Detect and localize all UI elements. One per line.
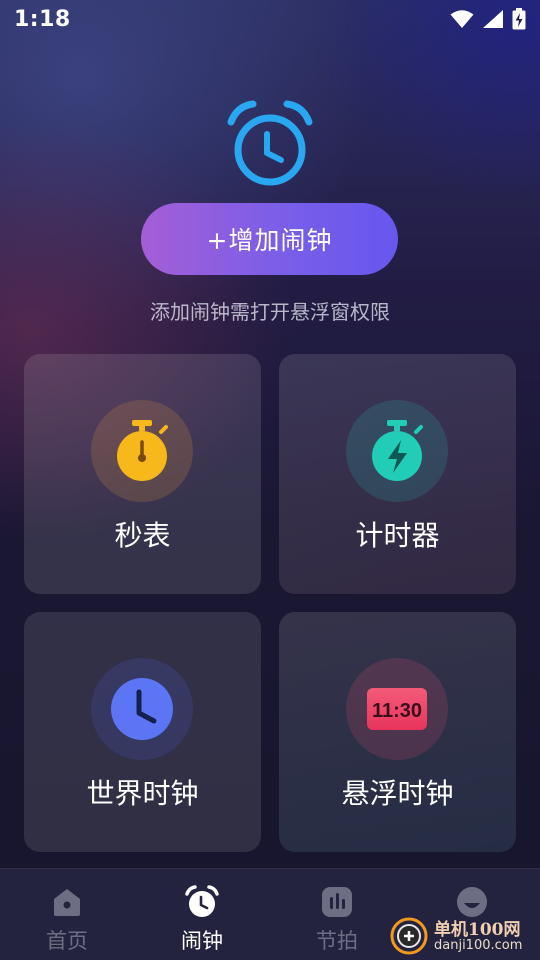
- floating-clock-icon: 11:30: [367, 688, 427, 730]
- add-alarm-label: +增加闹钟: [206, 226, 333, 255]
- nav-item-metronome[interactable]: 节拍: [287, 869, 387, 960]
- status-bar: 1:18: [0, 0, 540, 38]
- timer-tile[interactable]: 计时器: [279, 354, 516, 594]
- status-icons: [450, 8, 526, 30]
- add-alarm-button[interactable]: +增加闹钟: [141, 203, 398, 275]
- alarm-clock-icon: [185, 885, 219, 919]
- world-clock-icon-bg: [91, 658, 193, 760]
- status-time: 1:18: [14, 6, 71, 32]
- metronome-icon: [320, 885, 354, 919]
- stopwatch-icon-bg: [91, 400, 193, 502]
- wifi-icon: [450, 10, 474, 28]
- permission-hint: 添加闹钟需打开悬浮窗权限: [150, 300, 390, 324]
- floating-clock-icon-bg: 11:30: [346, 658, 448, 760]
- watermark-text: 单机100网: [434, 920, 521, 940]
- stopwatch-tile[interactable]: 秒表: [24, 354, 261, 594]
- nav-label-metronome: 节拍: [316, 929, 358, 953]
- stopwatch-label: 秒表: [114, 519, 171, 552]
- timer-label: 计时器: [355, 519, 440, 552]
- cellular-signal-icon: [483, 10, 503, 28]
- nav-item-alarm[interactable]: 闹钟: [152, 869, 252, 960]
- battery-charging-icon: [512, 8, 526, 30]
- alarm-clock-icon: [225, 100, 315, 190]
- nav-label-home: 首页: [46, 929, 88, 953]
- watermark-logo-icon: [390, 917, 428, 955]
- floating-clock-time: 11:30: [372, 700, 422, 722]
- world-clock-icon: [111, 678, 173, 740]
- floating-clock-tile[interactable]: 11:30 悬浮时钟: [279, 612, 516, 852]
- world-clock-tile[interactable]: 世界时钟: [24, 612, 261, 852]
- watermark-url: danji100.com: [434, 938, 523, 953]
- timer-icon-bg: [346, 400, 448, 502]
- stopwatch-icon: [117, 420, 168, 481]
- home-icon: [50, 885, 84, 919]
- world-clock-label: 世界时钟: [86, 777, 199, 810]
- floating-clock-label: 悬浮时钟: [341, 777, 454, 810]
- timer-bolt-icon: [372, 420, 423, 481]
- watermark: 单机100网 danji100.com: [390, 913, 540, 960]
- nav-item-home[interactable]: 首页: [17, 869, 117, 960]
- nav-label-alarm: 闹钟: [181, 929, 223, 953]
